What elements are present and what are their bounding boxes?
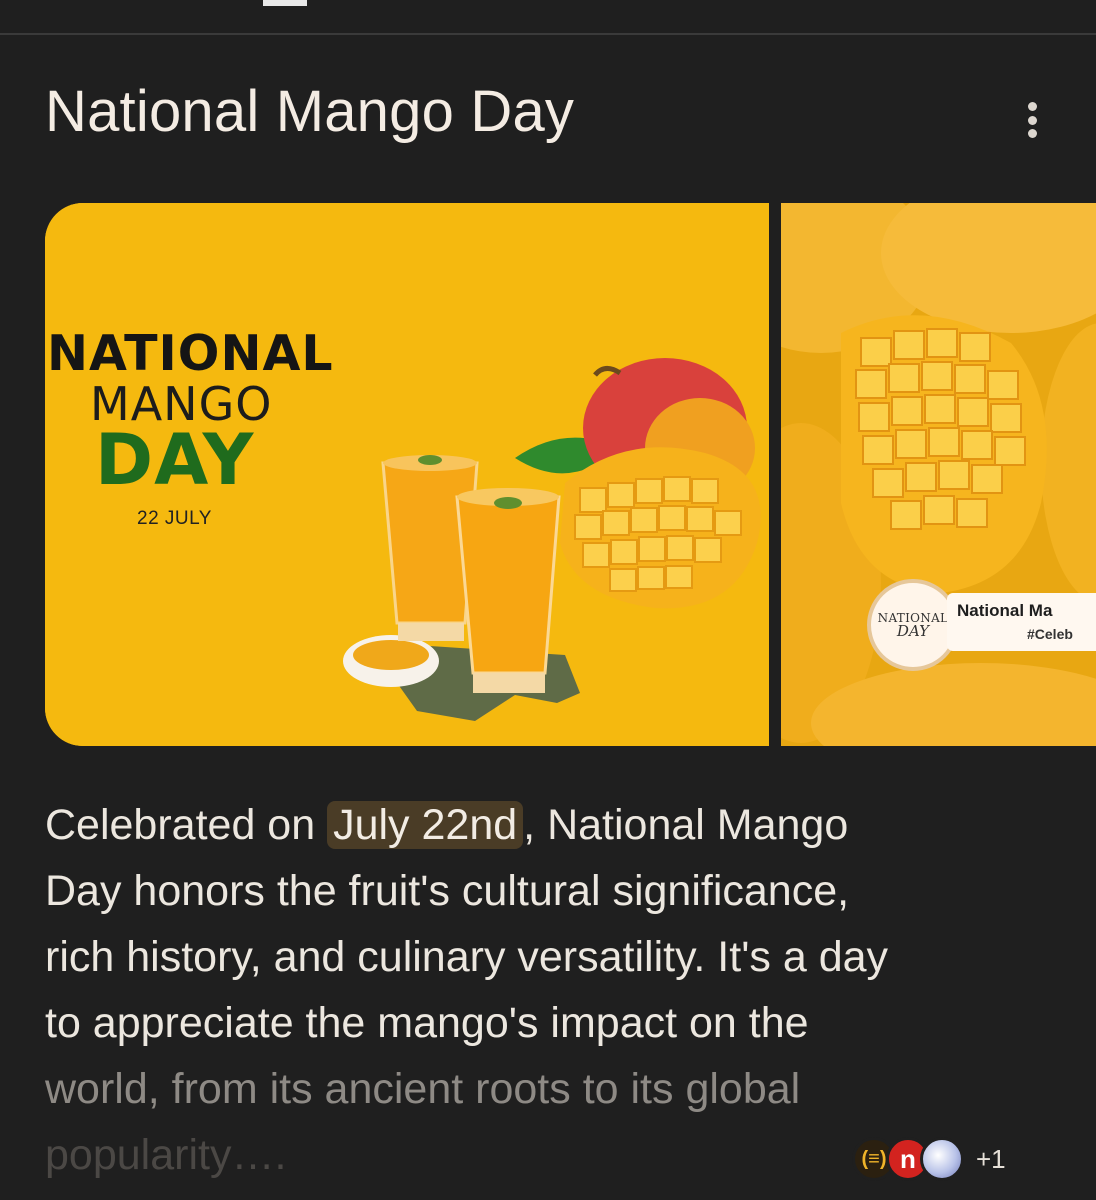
overview-line-2: Day honors the fruit's cultural signific…: [45, 867, 850, 915]
divider: [0, 33, 1096, 35]
overview-text: Celebrated on July 22nd, National Mango …: [45, 792, 1055, 1188]
image-carousel[interactable]: NATIONAL MANGO DAY 22 JULY NATIONAL DAY …: [45, 203, 1096, 746]
overview-text-pre: Celebrated on: [45, 801, 328, 849]
date-highlight[interactable]: July 22nd: [327, 801, 524, 849]
national-day-logo: NATIONAL DAY: [867, 579, 959, 671]
mango-closeup-photo: [781, 203, 1096, 746]
ai-overview-panel: National Mango Day NATIONAL MANGO DAY 22…: [0, 0, 1096, 1200]
badge-caption-title: National Ma: [957, 601, 1053, 620]
overview-line-5: world, from its ancient roots to its glo…: [45, 1065, 801, 1113]
image-card-mango-closeup[interactable]: NATIONAL DAY National Ma #Celeb: [781, 203, 1096, 746]
more-vert-icon-dot: [1027, 115, 1037, 125]
source-chips[interactable]: (≡) n +1: [852, 1134, 1006, 1184]
image-card-mango-poster[interactable]: NATIONAL MANGO DAY 22 JULY: [45, 203, 769, 746]
badge-line2: DAY: [896, 621, 930, 640]
page-title: National Mango Day: [45, 79, 575, 144]
globe-icon: [920, 1137, 964, 1181]
more-options-button[interactable]: [1012, 98, 1052, 142]
source-count: +1: [976, 1143, 1006, 1174]
poster-title-national: NATIONAL: [47, 325, 334, 382]
overview-line-4: to appreciate the mango's impact on the: [45, 999, 809, 1047]
top-bar: [0, 0, 1096, 34]
overview-line-3: rich history, and culinary versatility. …: [45, 933, 889, 981]
badge-caption: National Ma #Celeb: [947, 593, 1096, 651]
badge-caption-hashtag: #Celeb: [1027, 626, 1073, 642]
national-day-badge: NATIONAL DAY National Ma #Celeb: [867, 579, 1096, 671]
more-vert-icon-dot: [1027, 129, 1037, 138]
poster-title-day: DAY: [95, 419, 255, 501]
poster-date: 22 JULY: [137, 508, 212, 529]
overview-line-1: Celebrated on July 22nd, National Mango: [45, 792, 1055, 858]
tab-indicator[interactable]: [263, 0, 307, 6]
more-vert-icon: [1027, 102, 1037, 111]
overview-text-post: , National Mango: [523, 801, 849, 849]
